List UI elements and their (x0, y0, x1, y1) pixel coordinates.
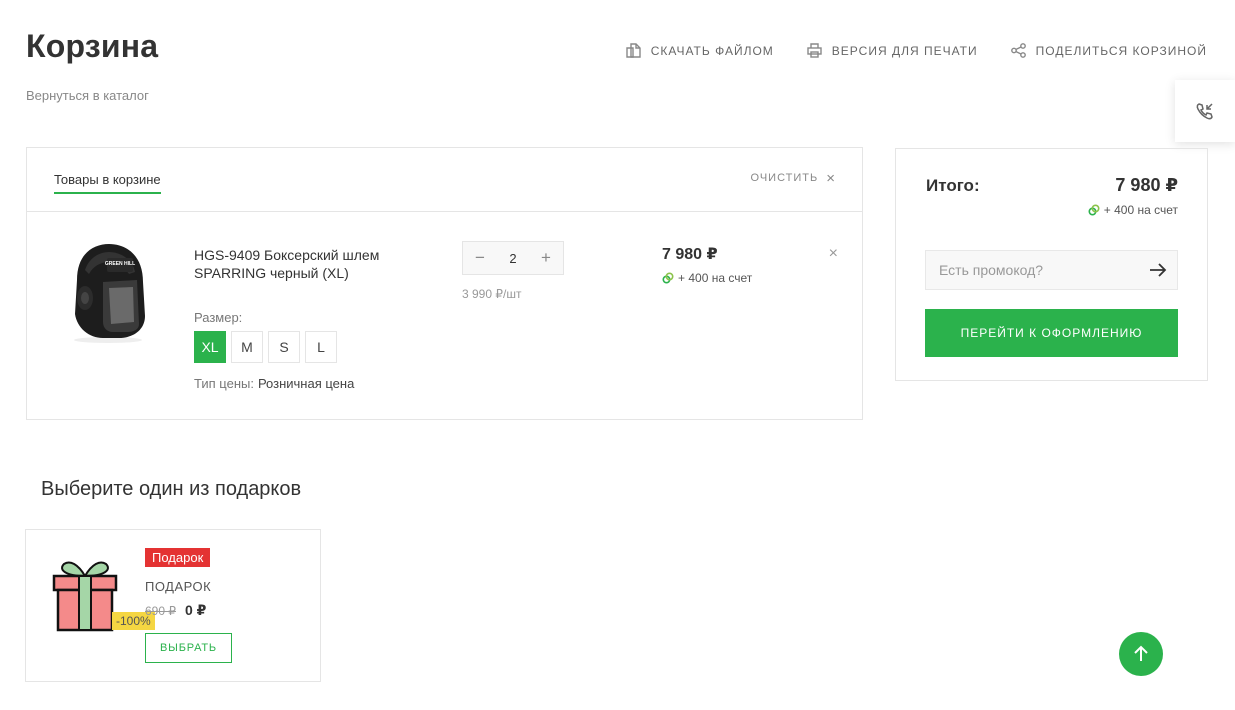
size-options: XL M S L (194, 331, 337, 363)
remove-item-button[interactable]: × (829, 246, 838, 262)
checkout-button[interactable]: ПЕРЕЙТИ К ОФОРМЛЕНИЮ (925, 309, 1178, 357)
clear-cart-button[interactable]: ОЧИСТИТЬ × (750, 169, 836, 187)
price-type-value: Розничная цена (257, 376, 355, 391)
gift-prices: 690 ₽ 0 ₽ (145, 602, 206, 619)
gift-new-price: 0 ₽ (185, 602, 207, 618)
share-cart-button[interactable]: ПОДЕЛИТЬСЯ КОРЗИНОЙ (1010, 42, 1207, 59)
decrease-quantity-button[interactable]: − (473, 249, 487, 266)
summary-bonus-text: + 400 на счет (1103, 203, 1178, 217)
cart-header: Товары в корзине ОЧИСТИТЬ × (27, 148, 862, 212)
callback-button[interactable] (1175, 80, 1235, 142)
clear-cart-label: ОЧИСТИТЬ (750, 172, 819, 184)
product-brand-logo: GREEN HILL (105, 261, 135, 267)
cart-items-panel: Товары в корзине ОЧИСТИТЬ × GREEN HILL H… (26, 147, 863, 420)
phone-callback-icon (1196, 103, 1213, 120)
download-file-label: СКАЧАТЬ ФАЙЛОМ (650, 43, 774, 58)
summary-total-label: Итого: (926, 176, 980, 195)
order-summary-panel: Итого: 7 980 ₽ + 400 на счет ПЕРЕЙТИ К О… (895, 148, 1208, 381)
choose-gift-button[interactable]: ВЫБРАТЬ (145, 633, 232, 663)
summary-bonus: + 400 на счет (1088, 203, 1178, 217)
arrow-right-icon[interactable] (1149, 262, 1167, 278)
download-file-button[interactable]: СКАЧАТЬ ФАЙЛОМ (625, 42, 774, 59)
gift-old-price: 690 ₽ (145, 604, 176, 618)
price-type-label: Тип цены: (194, 376, 254, 391)
gifts-section-title: Выберите один из подарков (41, 478, 302, 500)
size-option-m[interactable]: M (231, 331, 263, 363)
size-option-l[interactable]: L (305, 331, 337, 363)
product-image[interactable]: GREEN HILL (63, 240, 153, 344)
item-bonus: + 400 на счет (662, 271, 752, 285)
price-type: Тип цены: Розничная цена (194, 376, 354, 391)
size-option-s[interactable]: S (268, 331, 300, 363)
print-version-label: ВЕРСИЯ ДЛЯ ПЕЧАТИ (831, 43, 978, 58)
quantity-value[interactable]: 2 (509, 251, 516, 266)
promo-code-input[interactable] (939, 262, 1139, 278)
page-title: Корзина (26, 28, 159, 64)
gift-card: -100% Подарок ПОДАРОК 690 ₽ 0 ₽ ВЫБРАТЬ (25, 529, 321, 682)
unit-price: 3 990 ₽/шт (462, 287, 522, 301)
share-icon (1010, 43, 1026, 58)
back-to-catalog-link[interactable]: Вернуться в каталог (26, 88, 149, 103)
bonus-icon (662, 272, 674, 284)
increase-quantity-button[interactable]: + (539, 249, 553, 266)
item-total-price: 7 980 ₽ (662, 246, 718, 263)
print-version-button[interactable]: ВЕРСИЯ ДЛЯ ПЕЧАТИ (806, 42, 978, 59)
gift-badge: Подарок (145, 548, 211, 567)
arrow-up-icon (1134, 645, 1148, 661)
close-icon: × (826, 169, 836, 187)
item-bonus-text: + 400 на счет (678, 271, 753, 285)
tab-cart-items[interactable]: Товары в корзине (54, 172, 161, 194)
quantity-stepper: − 2 + (462, 241, 564, 275)
size-option-xl[interactable]: XL (194, 331, 226, 363)
gift-box-icon (52, 561, 118, 632)
bonus-icon (1088, 204, 1100, 216)
product-name-link[interactable]: HGS-9409 Боксерский шлем SPARRING черный… (194, 246, 394, 282)
promo-code-field (925, 250, 1178, 290)
scroll-to-top-button[interactable] (1119, 632, 1163, 676)
top-actions: СКАЧАТЬ ФАЙЛОМ ВЕРСИЯ ДЛЯ ПЕЧАТИ ПОДЕЛИТ… (625, 42, 1207, 59)
gift-name[interactable]: ПОДАРОК (145, 579, 211, 594)
summary-total-value: 7 980 ₽ (1115, 175, 1178, 195)
file-download-icon (626, 43, 641, 58)
printer-icon (807, 43, 822, 58)
size-label: Размер: (194, 310, 243, 325)
share-cart-label: ПОДЕЛИТЬСЯ КОРЗИНОЙ (1035, 43, 1207, 58)
